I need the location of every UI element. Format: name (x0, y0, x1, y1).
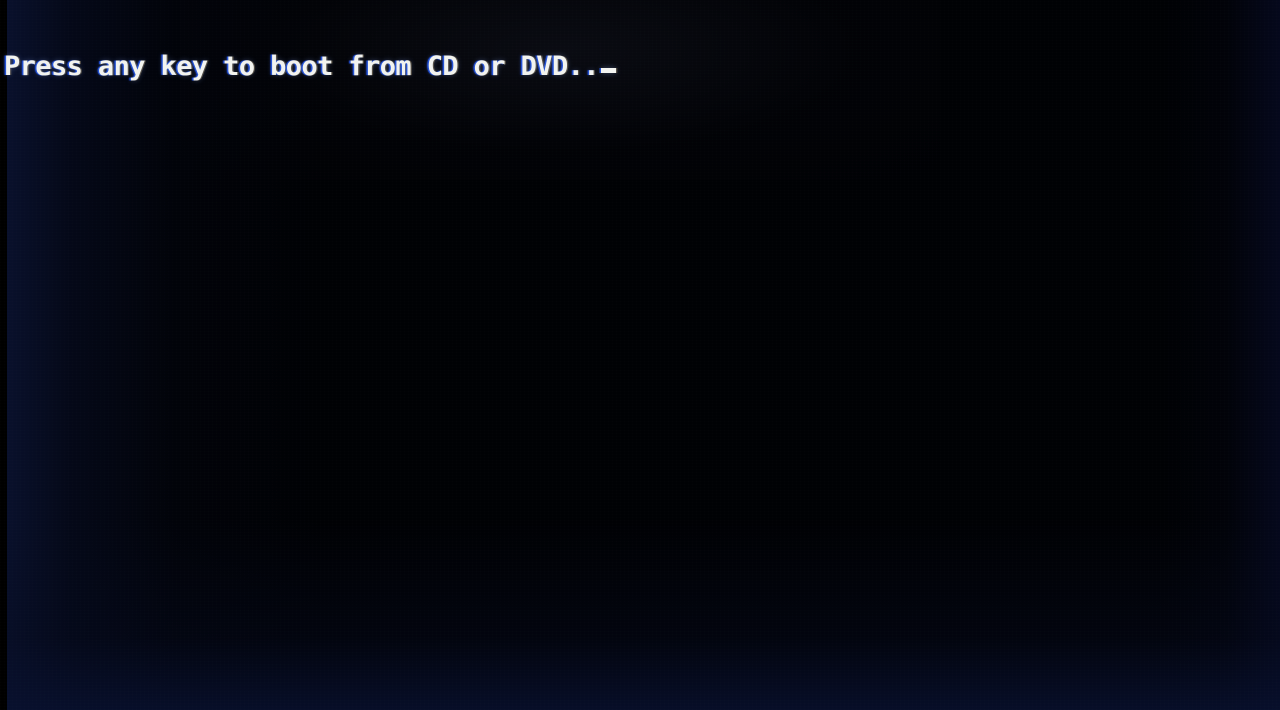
screen-background (0, 0, 1280, 710)
text-cursor-icon (600, 68, 616, 73)
boot-screen: Press any key to boot from CD or DVD.. (0, 0, 1280, 710)
boot-prompt-message: Press any key to boot from CD or DVD.. (4, 51, 600, 82)
boot-prompt-line: Press any key to boot from CD or DVD.. (4, 52, 616, 88)
